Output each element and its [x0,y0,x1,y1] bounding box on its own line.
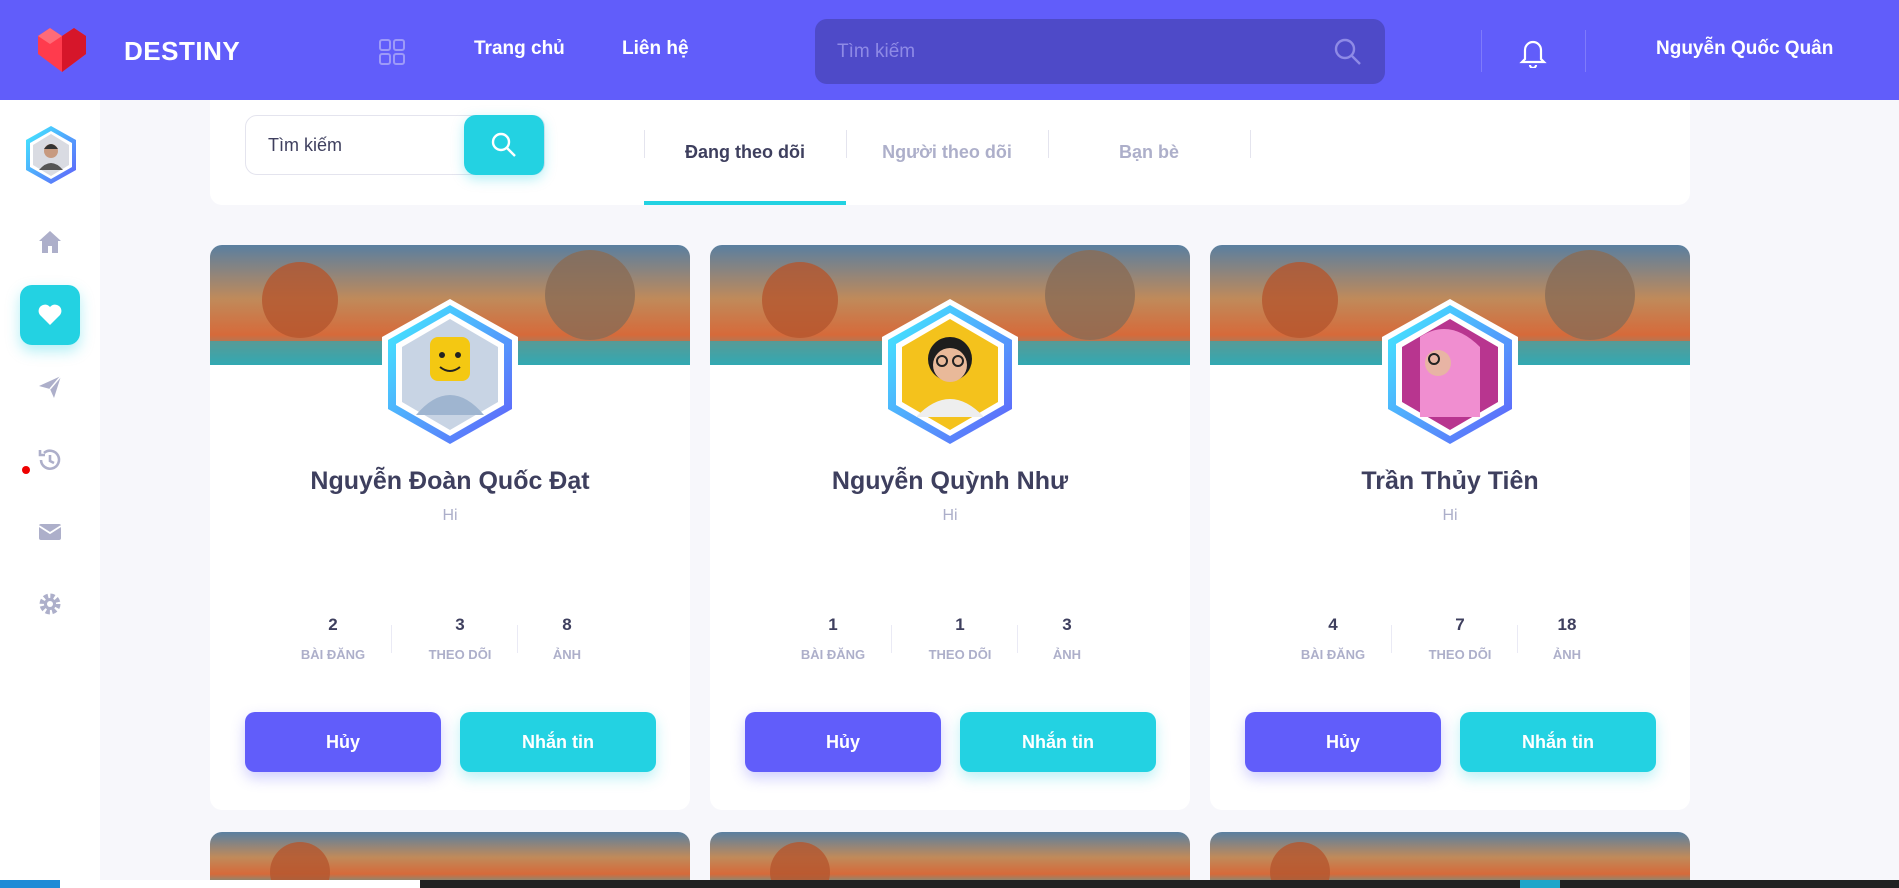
sidebar-item-favorites[interactable] [20,285,80,345]
taskbar-segment [1520,880,1560,888]
avatar[interactable] [1380,297,1520,452]
stat-label: THEO DÕI [928,647,992,662]
stat-divider [391,625,392,653]
stat-value: 18 [1557,615,1577,634]
filter-search-input[interactable] [268,116,468,174]
tab-followers[interactable]: Người theo dõi [846,100,1048,205]
header-divider [1585,30,1586,72]
avatar[interactable] [380,297,520,452]
stat-posts: 4 BÀI ĐĂNG [1275,615,1391,662]
gear-icon [39,593,61,615]
mail-icon [38,524,62,540]
nav-contact-link[interactable]: Liên hệ [622,38,689,60]
avatar[interactable] [880,297,1020,452]
bell-icon[interactable] [1518,36,1548,68]
user-name[interactable]: Nguyễn Đoàn Quốc Đạt [210,467,690,496]
filter-panel: Đang theo dõi Người theo dõi Bạn bè [210,100,1690,205]
user-card: Nguyễn Đoàn Quốc Đạt Hi 2 BÀI ĐĂNG 3 THE… [210,245,690,810]
user-card: Nguyễn Quỳnh Như Hi 1 BÀI ĐĂNG 1 THEO DÕ… [710,245,1190,810]
stat-following: 7 THEO DÕI [1402,615,1518,662]
message-button[interactable]: Nhắn tin [460,712,656,772]
header-search-bar [815,19,1385,84]
stat-value: 4 [1328,615,1338,634]
header-divider [1481,30,1482,72]
stat-label: BÀI ĐĂNG [300,647,366,662]
stat-value: 3 [1062,615,1072,634]
stat-label: THEO DÕI [428,647,492,662]
stat-divider [891,625,892,653]
stat-value: 8 [562,615,572,634]
user-stats: 4 BÀI ĐĂNG 7 THEO DÕI 18 ẢNH [1275,615,1625,675]
stat-photos: 3 ẢNH [1009,615,1125,662]
stat-photos: 8 ẢNH [509,615,625,662]
user-bio: Hi [442,507,458,524]
user-name[interactable]: Nguyễn Quỳnh Như [710,467,1190,496]
stat-label: ẢNH [552,647,582,662]
tab-friends[interactable]: Bạn bè [1048,100,1250,205]
home-icon [39,231,61,253]
logo-icon[interactable] [34,24,90,74]
user-stats: 2 BÀI ĐĂNG 3 THEO DÕI 8 ẢNH [275,615,625,675]
message-button[interactable]: Nhắn tin [960,712,1156,772]
sidebar-item-messages-send[interactable] [20,357,80,417]
stat-label: THEO DÕI [1428,647,1492,662]
sidebar-item-home[interactable] [20,212,80,272]
message-button[interactable]: Nhắn tin [1460,712,1656,772]
user-bio: Hi [942,507,958,524]
stat-following: 3 THEO DÕI [402,615,518,662]
filter-search-button[interactable] [464,115,544,175]
send-icon [39,375,62,398]
sidebar-item-settings[interactable] [20,574,80,634]
stat-photos: 18 ẢNH [1509,615,1625,662]
stat-label: ẢNH [1552,647,1582,662]
unfollow-button[interactable]: Hủy [245,712,441,772]
stat-value: 1 [828,615,838,634]
top-navbar: DESTINY Trang chủ Liên hệ Nguyễn Quốc Qu… [0,0,1899,100]
left-sidebar [0,100,100,888]
unfollow-button[interactable]: Hủy [745,712,941,772]
stat-value: 3 [455,615,465,634]
search-icon [491,132,516,157]
stat-divider [1391,625,1392,653]
sidebar-item-history[interactable] [20,430,80,490]
search-icon[interactable] [1333,37,1363,67]
heart-icon [38,304,62,325]
stat-value: 2 [328,615,338,634]
stat-posts: 2 BÀI ĐĂNG [275,615,391,662]
brand-name[interactable]: DESTINY [124,36,240,67]
user-name[interactable]: Trần Thủy Tiên [1210,467,1690,496]
grid-menu-icon[interactable] [378,38,406,66]
stat-value: 7 [1455,615,1465,634]
stat-label: BÀI ĐĂNG [1300,647,1366,662]
sidebar-item-mail[interactable] [20,502,80,562]
stat-following: 1 THEO DÕI [902,615,1018,662]
taskbar-strip [0,880,1899,888]
user-name[interactable]: Nguyễn Quốc Quân [1656,38,1833,60]
stat-value: 1 [955,615,965,634]
stat-label: ẢNH [1052,647,1082,662]
header-search-input[interactable] [837,19,1317,84]
avatar[interactable] [24,125,78,185]
taskbar-segment [0,880,60,888]
stat-label: BÀI ĐĂNG [800,647,866,662]
user-card: Trần Thủy Tiên Hi 4 BÀI ĐĂNG 7 THEO DÕI … [1210,245,1690,810]
stat-posts: 1 BÀI ĐĂNG [775,615,891,662]
history-icon [38,449,61,470]
unfollow-button[interactable]: Hủy [1245,712,1441,772]
user-stats: 1 BÀI ĐĂNG 1 THEO DÕI 3 ẢNH [775,615,1125,675]
tab-divider [1250,130,1251,158]
tab-following[interactable]: Đang theo dõi [644,100,846,205]
user-bio: Hi [1442,507,1458,524]
nav-home-link[interactable]: Trang chủ [474,38,565,60]
taskbar-segment [60,880,420,888]
